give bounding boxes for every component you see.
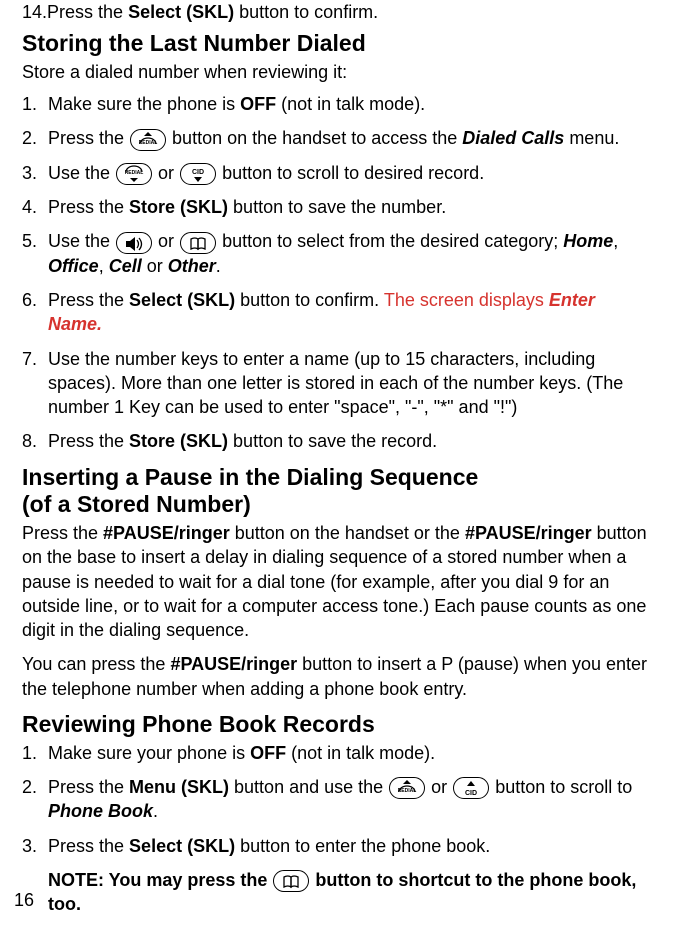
step-7: Use the number keys to enter a name (up … bbox=[22, 347, 652, 420]
pause-para-2: You can press the #PAUSE/ringer button t… bbox=[22, 652, 652, 701]
pause-para-1: Press the #PAUSE/ringer button on the ha… bbox=[22, 521, 652, 642]
book-icon bbox=[180, 232, 216, 254]
reviewing-steps-list: Make sure your phone is OFF (not in talk… bbox=[22, 741, 652, 858]
cid-down-icon bbox=[180, 163, 216, 185]
redial-down-icon bbox=[130, 129, 166, 151]
heading-reviewing-phonebook: Reviewing Phone Book Records bbox=[22, 711, 652, 739]
redial-down-icon bbox=[389, 777, 425, 799]
heading-storing-last-number: Storing the Last Number Dialed bbox=[22, 30, 652, 58]
step-1: Make sure the phone is OFF (not in talk … bbox=[22, 92, 652, 116]
cid-up-icon bbox=[453, 777, 489, 799]
step-5: Use the or button to select from the des… bbox=[22, 229, 652, 278]
step-4: Press the Store (SKL) button to save the… bbox=[22, 195, 652, 219]
review-step-3: Press the Select (SKL) button to enter t… bbox=[22, 834, 652, 858]
speaker-icon bbox=[116, 232, 152, 254]
phonebook-shortcut-note: NOTE: You may press the button to shortc… bbox=[22, 868, 652, 917]
step-2: Press the button on the handset to acces… bbox=[22, 126, 652, 150]
review-step-1: Make sure your phone is OFF (not in talk… bbox=[22, 741, 652, 765]
page-number: 16 bbox=[14, 888, 34, 912]
storing-steps-list: Make sure the phone is OFF (not in talk … bbox=[22, 92, 652, 454]
heading-inserting-pause: Inserting a Pause in the Dialing Sequenc… bbox=[22, 464, 652, 519]
redial-up-icon bbox=[116, 163, 152, 185]
step-3: Use the or button to scroll to desired r… bbox=[22, 161, 652, 185]
step-6: Press the Select (SKL) button to confirm… bbox=[22, 288, 652, 337]
review-step-2: Press the Menu (SKL) button and use the … bbox=[22, 775, 652, 824]
book-icon bbox=[273, 870, 309, 892]
storing-intro: Store a dialed number when reviewing it: bbox=[22, 60, 652, 84]
continued-step-14: 14.Press the Select (SKL) button to conf… bbox=[22, 0, 652, 24]
step-8: Press the Store (SKL) button to save the… bbox=[22, 429, 652, 453]
